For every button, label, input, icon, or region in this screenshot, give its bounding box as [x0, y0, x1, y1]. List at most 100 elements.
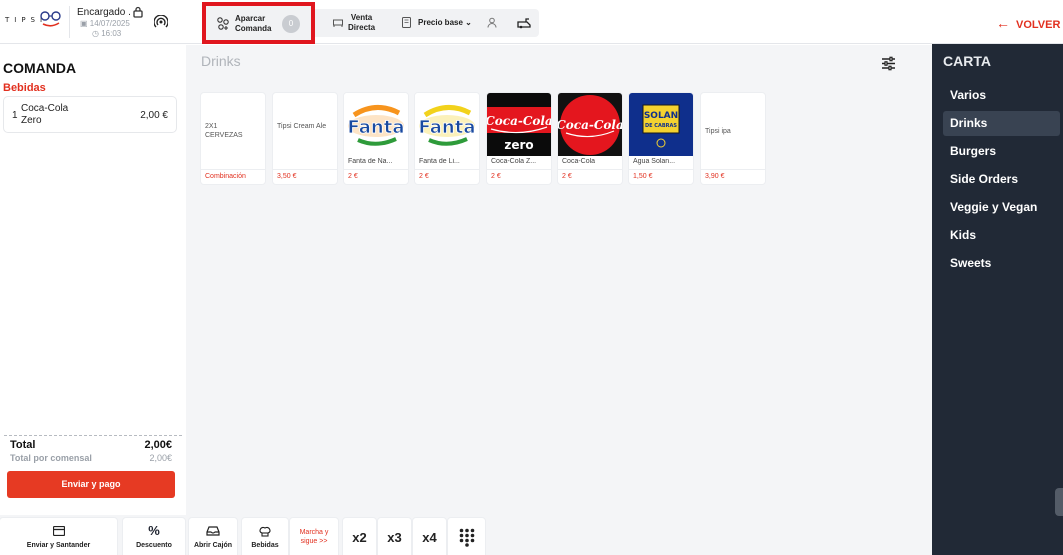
- chef-hat-icon: [259, 526, 271, 537]
- product-card[interactable]: SOLAN DE CABRAS Agua Solan... 1,50 €: [629, 93, 693, 184]
- sidebar-item-varios[interactable]: Varios: [943, 83, 1060, 108]
- section-title: Drinks: [201, 53, 241, 69]
- percent-icon: %: [148, 523, 160, 538]
- user-icon[interactable]: [487, 17, 497, 28]
- discount-label: Descuento: [136, 542, 172, 549]
- top-bar: TIPSI Encargado . ▣ 14/07/2025 ◷ 16:03 A…: [0, 0, 1063, 44]
- arrow-left-icon: ←: [996, 15, 1010, 31]
- back-button[interactable]: ← VOLVER: [996, 15, 1060, 31]
- direct-sale-label-line2: Directa: [348, 23, 376, 32]
- product-name: Tipsi ipa: [705, 128, 731, 135]
- direct-sale-label-line1: Venta: [350, 13, 373, 22]
- product-card[interactable]: Fanta Fanta de Na... 2 €: [344, 93, 408, 184]
- open-drawer-label: Abrir Cajón: [193, 542, 233, 549]
- coca-cola-brand-text: Coca-Cola: [558, 118, 622, 132]
- order-item-qty: 1: [12, 110, 18, 121]
- drinks-button[interactable]: Bebidas: [242, 518, 288, 555]
- lock-icon[interactable]: [133, 6, 143, 18]
- discount-button[interactable]: % Descuento: [123, 518, 185, 555]
- product-divider: [273, 169, 337, 170]
- coca-cola-image: Coca-Cola: [558, 93, 622, 156]
- product-price: 3,90 €: [705, 173, 725, 180]
- divider: [69, 6, 70, 38]
- product-price: 3,50 €: [277, 173, 297, 180]
- marcha-label-line1: Marcha y: [299, 529, 329, 536]
- marcha-y-sigue-label: Marcha y sigue >>: [290, 528, 338, 546]
- product-divider: [201, 169, 265, 170]
- multiply-x2-button[interactable]: x2: [343, 518, 376, 555]
- park-order-label: Aparcar Comanda: [235, 14, 271, 34]
- product-name: Coca-Cola: [562, 158, 596, 165]
- per-diner-value: 2,00€: [149, 453, 172, 463]
- sidebar-item-burgers[interactable]: Burgers: [943, 139, 1060, 164]
- sidebar-item-sweets[interactable]: Sweets: [943, 251, 1060, 276]
- back-label: VOLVER: [1016, 19, 1061, 31]
- product-divider: [415, 169, 479, 170]
- marcha-label-line2: sigue >>: [300, 538, 328, 545]
- solan-de-cabras-image: SOLAN DE CABRAS: [629, 93, 693, 156]
- product-card[interactable]: Fanta Fanta de Li... 2 €: [415, 93, 479, 184]
- product-card[interactable]: Tipsi ipa 3,90 €: [701, 93, 765, 184]
- price-base-label: Precio base: [418, 18, 463, 27]
- total-value: 2,00€: [144, 439, 172, 451]
- product-price: 2 €: [419, 173, 429, 180]
- x2-label: x2: [352, 530, 367, 545]
- fanta-brand-text: Fanta: [348, 117, 405, 138]
- coca-cola-zero-image: Coca-Cola zero: [487, 93, 551, 156]
- multiply-x3-button[interactable]: x3: [378, 518, 411, 555]
- park-order-label-line1: Aparcar: [235, 14, 266, 23]
- product-price: 2 €: [491, 173, 501, 180]
- order-category-label: Bebidas: [3, 82, 46, 94]
- keypad-button[interactable]: [448, 518, 485, 555]
- order-item-name: Coca-Cola Zero: [21, 103, 69, 126]
- fanta-lemon-image: Fanta: [415, 93, 479, 156]
- broadcast-icon[interactable]: [154, 15, 168, 29]
- product-card[interactable]: Coca-Cola zero Coca-Cola Z... 2 €: [487, 93, 551, 184]
- product-card[interactable]: Tipsi Cream Ale 3,50 €: [273, 93, 337, 184]
- park-order-button[interactable]: Aparcar Comanda 0: [202, 2, 315, 44]
- drinks-label: Bebidas: [251, 542, 279, 549]
- open-drawer-button[interactable]: Abrir Cajón: [189, 518, 237, 555]
- price-base-select[interactable]: Precio base ⌄: [418, 18, 472, 28]
- product-card[interactable]: Coca-Cola Coca-Cola 2 €: [558, 93, 622, 184]
- direct-sale-button[interactable]: Venta Directa: [348, 13, 375, 33]
- send-santander-button[interactable]: Enviar y Santander: [0, 518, 117, 555]
- fanta-orange-image: Fanta: [344, 93, 408, 156]
- order-item[interactable]: 1 Coca-Cola Zero 2,00 €: [3, 96, 177, 133]
- keypad-icon: [459, 528, 474, 547]
- product-name: 2X1 CERVEZAS: [205, 123, 243, 139]
- solan-text: SOLAN: [644, 111, 678, 121]
- filter-sliders-icon[interactable]: [881, 56, 896, 71]
- delivery-icon[interactable]: [517, 16, 532, 29]
- marcha-y-sigue-button[interactable]: Marcha y sigue >>: [290, 518, 338, 555]
- coca-cola-brand-text: Coca-Cola: [487, 114, 551, 128]
- sidebar-item-veggie-y-vegan[interactable]: Veggie y Vegan: [943, 195, 1060, 220]
- sidebar-item-kids[interactable]: Kids: [943, 223, 1060, 248]
- order-date: ▣ 14/07/2025: [80, 19, 130, 28]
- time-text: 16:03: [101, 29, 122, 38]
- total-divider: [4, 435, 182, 436]
- product-divider: [487, 169, 551, 170]
- zero-text: zero: [504, 138, 533, 152]
- product-card[interactable]: 2X1 CERVEZAS Combinación: [201, 93, 265, 184]
- card-icon: [52, 526, 65, 536]
- fanta-brand-text: Fanta: [419, 117, 476, 138]
- product-name: Tipsi Cream Ale: [277, 123, 327, 130]
- sidebar-item-drinks[interactable]: Drinks: [943, 111, 1060, 136]
- product-price: 2 €: [348, 173, 358, 180]
- order-name: Encargado .: [77, 7, 131, 18]
- product-price: 2 €: [562, 173, 572, 180]
- send-and-pay-button[interactable]: Enviar y pago: [7, 471, 175, 498]
- product-divider: [558, 169, 622, 170]
- solan-subtext: DE CABRAS: [645, 123, 677, 129]
- chevron-down-icon: ⌄: [465, 18, 472, 27]
- multiply-x4-button[interactable]: x4: [413, 518, 446, 555]
- product-name: Fanta de Li...: [419, 158, 460, 165]
- product-name: Agua Solan...: [633, 158, 676, 165]
- product-price: Combinación: [205, 173, 246, 180]
- drawer-icon: [206, 526, 220, 536]
- side-panel-handle[interactable]: [1055, 488, 1063, 516]
- send-santander-label: Enviar y Santander: [26, 542, 91, 549]
- sidebar-item-side-orders[interactable]: Side Orders: [943, 167, 1060, 192]
- menu-title: CARTA: [943, 53, 991, 69]
